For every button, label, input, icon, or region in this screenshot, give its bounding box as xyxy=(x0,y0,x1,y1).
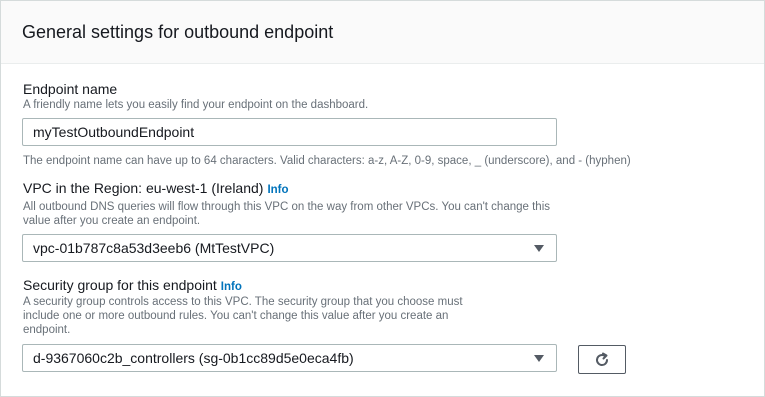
general-settings-panel: General settings for outbound endpoint E… xyxy=(0,0,765,397)
vpc-label: VPC in the Region: eu-west-1 (Ireland) xyxy=(23,180,264,196)
endpoint-name-input[interactable]: myTestOutboundEndpoint xyxy=(22,118,557,146)
security-group-info-link[interactable]: Info xyxy=(221,281,242,293)
refresh-icon xyxy=(596,352,609,366)
refresh-button[interactable] xyxy=(578,345,626,374)
vpc-label-row: VPC in the Region: eu-west-1 (Ireland) In… xyxy=(23,180,289,196)
security-group-description: A security group controls access to this… xyxy=(23,296,463,336)
endpoint-name-description: A friendly name lets you easily find you… xyxy=(23,99,369,111)
endpoint-name-value: myTestOutboundEndpoint xyxy=(33,124,195,140)
endpoint-name-label: Endpoint name xyxy=(23,81,118,97)
security-group-select[interactable]: d-9367060c2b_controllers (sg-0b1cc89d5e0… xyxy=(22,344,557,372)
panel-header: General settings for outbound endpoint xyxy=(1,1,764,64)
vpc-selected-value: vpc-01b787c8a53d3eeb6 (MtTestVPC) xyxy=(33,240,275,256)
security-group-selected-value: d-9367060c2b_controllers (sg-0b1cc89d5e0… xyxy=(33,350,354,366)
panel-title: General settings for outbound endpoint xyxy=(22,22,334,42)
security-group-label: Security group for this endpoint xyxy=(23,277,217,293)
caret-down-icon xyxy=(534,245,544,252)
vpc-description: All outbound DNS queries will flow throu… xyxy=(23,201,551,227)
security-group-label-row: Security group for this endpoint Info xyxy=(23,277,242,293)
vpc-info-link[interactable]: Info xyxy=(267,184,288,196)
endpoint-name-constraint: The endpoint name can have up to 64 char… xyxy=(23,155,631,167)
vpc-select[interactable]: vpc-01b787c8a53d3eeb6 (MtTestVPC) xyxy=(22,234,557,262)
caret-down-icon xyxy=(534,355,544,362)
